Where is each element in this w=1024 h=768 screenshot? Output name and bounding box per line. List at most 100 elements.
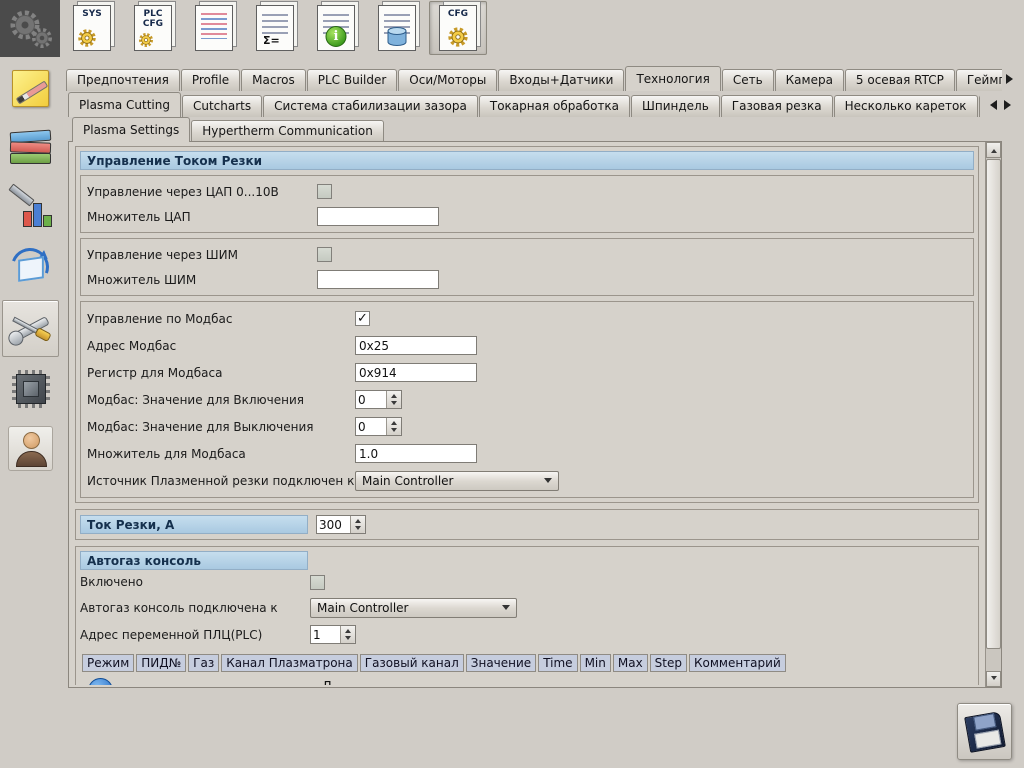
col-time[interactable]: Time (538, 654, 578, 672)
tab-gas-cutting[interactable]: Газовая резка (720, 95, 833, 117)
scrollbar-thumb[interactable] (986, 159, 1001, 649)
toolbar-macro-button[interactable]: Σ= (246, 1, 304, 55)
pwm-mult-input[interactable] (317, 270, 439, 289)
pwm-enable-checkbox[interactable] (317, 247, 332, 262)
tab-inputs-sensors[interactable]: Входы+Датчики (498, 69, 625, 91)
tab-macros[interactable]: Macros (241, 69, 306, 91)
autogas-enabled-checkbox[interactable] (310, 574, 325, 590)
col-mode[interactable]: Режим (82, 654, 135, 672)
col-comment[interactable]: Комментарий (689, 654, 786, 672)
modbus-address-input[interactable] (355, 336, 477, 355)
spin-up-button[interactable] (341, 626, 355, 635)
modbus-register-label: Регистр для Модбаса (87, 365, 223, 380)
col-max[interactable]: Max (612, 654, 648, 672)
vertical-scrollbar[interactable] (985, 142, 1001, 687)
toolbar-sys-button[interactable]: SYS (63, 1, 121, 55)
spin-up-button[interactable] (387, 418, 401, 427)
tab-technology[interactable]: Технология (625, 66, 721, 91)
sidebar-docs-button[interactable] (2, 120, 59, 177)
tab-5axis-rtcp[interactable]: 5 осевая RTCP (844, 69, 955, 91)
toolbar-database-button[interactable] (368, 1, 426, 55)
tab-camera[interactable]: Камера (774, 69, 844, 91)
pwm-enable-label: Управление через ШИМ (87, 247, 238, 262)
cutting-current-input[interactable] (317, 516, 350, 533)
tab-gamepad[interactable]: Геймпад (955, 69, 1002, 91)
tab-profile[interactable]: Profile (180, 69, 241, 91)
spin-buttons (340, 626, 355, 643)
modbus-register-input[interactable] (355, 363, 477, 382)
spin-down-button[interactable] (387, 427, 401, 436)
tab-preferences[interactable]: Предпочтения (66, 69, 180, 91)
sidebar-diagnostics-button[interactable] (2, 180, 59, 237)
plc-cfg-label: PLC CFG (142, 9, 164, 29)
modbus-group: Управление по Модбас Адрес Модбас Регист… (80, 301, 974, 498)
plasma-source-combobox[interactable]: Main Controller (355, 470, 559, 491)
col-gas[interactable]: Газ (188, 654, 220, 672)
spin-up-button[interactable] (387, 391, 401, 400)
toolbar-cfg-button[interactable]: CFG (429, 1, 487, 55)
autogas-connected-combobox[interactable]: Main Controller (310, 597, 517, 618)
tabs1-scroll-right-button[interactable] (1004, 69, 1020, 88)
modbus-off-value-spinbox[interactable] (355, 417, 402, 436)
modbus-on-value-input[interactable] (356, 391, 386, 408)
sidebar-hardware-button[interactable] (2, 360, 59, 417)
col-gas-channel[interactable]: Газовый канал (359, 654, 464, 672)
sidebar-settings-button[interactable] (2, 300, 59, 357)
panel-title: Управление Током Резки (80, 151, 974, 170)
col-min[interactable]: Min (579, 654, 611, 672)
autogas-title: Автогаз консоль (80, 551, 308, 570)
user-icon (8, 426, 53, 471)
modbus-enable-checkbox[interactable] (355, 311, 370, 326)
spin-down-button[interactable] (341, 635, 355, 644)
tab-master[interactable]: Мастер-С (978, 95, 980, 117)
sys-config-doc-icon: SYS (73, 5, 111, 51)
gas-table-row[interactable]: Д (80, 675, 974, 685)
tab-lathe[interactable]: Токарная обработка (478, 95, 631, 117)
tabs2-scroll-left-button[interactable] (983, 95, 999, 114)
toolbar-log-button[interactable] (185, 1, 243, 55)
arrow-up-icon (391, 418, 397, 426)
modbus-on-value-spinbox[interactable] (355, 390, 402, 409)
tab-spindle[interactable]: Шпиндель (631, 95, 720, 117)
tab-cutcharts[interactable]: Cutcharts (181, 95, 263, 117)
tab-multi-carriage[interactable]: Несколько кареток (833, 95, 978, 117)
gear-icon (448, 27, 468, 47)
scroll-down-button[interactable] (986, 671, 1001, 687)
dac-mult-input[interactable] (317, 207, 439, 226)
scroll-up-button[interactable] (986, 142, 1001, 158)
sidebar-notes-button[interactable] (2, 60, 59, 117)
tabs2-scroll-right-button[interactable] (1002, 95, 1018, 114)
tab-axes-motors[interactable]: Оси/Моторы (398, 69, 498, 91)
cutting-current-label: Ток Резки, А (80, 515, 308, 534)
tab-hypertherm-communication[interactable]: Hypertherm Communication (191, 120, 384, 142)
cutting-current-spinbox[interactable] (316, 515, 366, 534)
autogas-plc-address-input[interactable] (311, 626, 340, 643)
arrow-up-icon (345, 626, 351, 634)
tab-network[interactable]: Сеть (721, 69, 774, 91)
modbus-off-value-input[interactable] (356, 418, 386, 435)
tab-plasma-settings[interactable]: Plasma Settings (72, 117, 191, 142)
col-step[interactable]: Step (649, 654, 687, 672)
tab-thc[interactable]: Система стабилизации зазора (263, 95, 478, 117)
dac-mult-label: Множитель ЦАП (87, 209, 191, 224)
dac-enable-checkbox[interactable] (317, 184, 332, 199)
sidebar-cnc-button[interactable] (2, 240, 59, 297)
system-gears-button[interactable] (0, 0, 60, 57)
tab-plasma-cutting[interactable]: Plasma Cutting (68, 92, 181, 117)
col-torch-channel[interactable]: Канал Плазматрона (221, 654, 358, 672)
setting-row: Множитель для Модбаса (87, 440, 967, 467)
sidebar-user-button[interactable] (2, 420, 59, 477)
toolbar-info-button[interactable]: i (307, 1, 365, 55)
toolbar-plc-cfg-button[interactable]: PLC CFG (124, 1, 182, 55)
modbus-mult-input[interactable] (355, 444, 477, 463)
gear-icon (139, 33, 153, 47)
col-pid[interactable]: ПИД№ (136, 654, 187, 672)
col-value[interactable]: Значение (465, 654, 537, 672)
spin-down-button[interactable] (387, 400, 401, 409)
spin-up-button[interactable] (351, 516, 365, 525)
autogas-plc-address-spinbox[interactable] (310, 625, 356, 644)
spin-down-button[interactable] (351, 525, 365, 534)
save-button[interactable] (957, 703, 1012, 760)
arrow-down-icon (355, 525, 361, 533)
tab-plc-builder[interactable]: PLC Builder (306, 69, 398, 91)
